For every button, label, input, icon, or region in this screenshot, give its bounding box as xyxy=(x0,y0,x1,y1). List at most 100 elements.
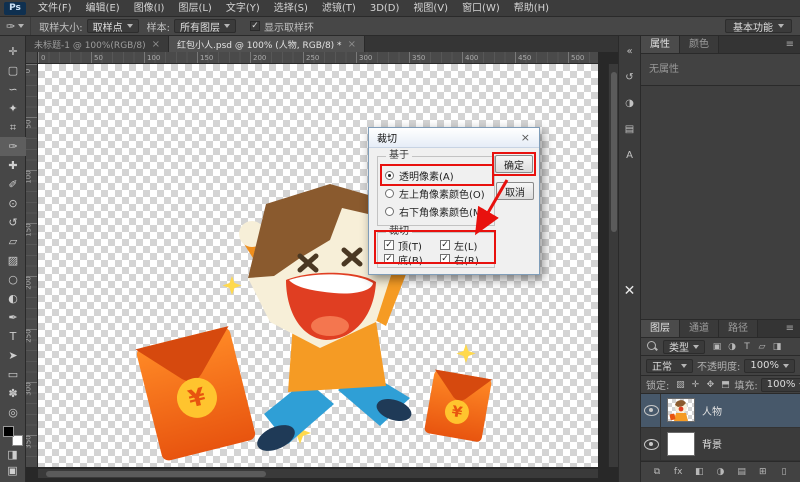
pen-tool[interactable]: ✒ xyxy=(0,308,26,327)
horizontal-scrollbar-thumb[interactable] xyxy=(46,471,266,477)
filter-adjustment-layers-icon[interactable]: ◑ xyxy=(726,340,738,353)
gradient-tool[interactable]: ▨ xyxy=(0,251,26,270)
cancel-button[interactable]: 取消 xyxy=(496,182,534,200)
tool-preset-picker[interactable]: ✑ xyxy=(0,17,31,35)
collapse-panels-icon[interactable]: « xyxy=(619,40,641,62)
menu-item[interactable]: 图像(I) xyxy=(127,0,172,17)
opacity-dropdown[interactable]: 100% xyxy=(744,359,795,373)
vertical-scrollbar[interactable] xyxy=(608,64,618,467)
menu-item[interactable]: 帮助(H) xyxy=(507,0,556,17)
trim-checkbox[interactable]: 右(R) xyxy=(440,252,490,266)
sample-layers-dropdown[interactable]: 所有图层 xyxy=(174,19,236,33)
layer-row-background[interactable]: 背景 xyxy=(641,428,800,462)
layer-style-icon[interactable]: fx xyxy=(672,466,684,479)
dialog-titlebar[interactable]: 裁切 × xyxy=(369,128,539,148)
ruler-label-text: 0 xyxy=(26,69,38,73)
panel-tab[interactable]: 属性 xyxy=(641,36,680,53)
quick-selection-tool[interactable]: ✦ xyxy=(0,99,26,118)
menu-item[interactable]: 窗口(W) xyxy=(455,0,507,17)
menu-item[interactable]: 编辑(E) xyxy=(79,0,127,17)
filter-type-layers-icon[interactable]: T xyxy=(741,340,753,353)
rectangle-tool[interactable]: ▭ xyxy=(0,365,26,384)
filter-type-dropdown[interactable]: 类型 xyxy=(663,340,705,354)
visibility-eye-icon[interactable] xyxy=(641,394,661,427)
menu-item[interactable]: 文字(Y) xyxy=(219,0,267,17)
panel-tab[interactable]: 通道 xyxy=(680,320,719,337)
hand-tool[interactable]: ✽ xyxy=(0,384,26,403)
foreground-color-swatch[interactable] xyxy=(3,426,14,437)
panel-tab[interactable]: 路径 xyxy=(719,320,758,337)
horizontal-type-tool[interactable]: T xyxy=(0,327,26,346)
new-layer-icon[interactable]: ⊞ xyxy=(757,466,769,479)
radio-option[interactable]: 右下角像素颜色(M) xyxy=(382,202,492,220)
new-adjustment-layer-icon[interactable]: ◑ xyxy=(714,466,726,479)
link-layers-icon[interactable]: ⧉ xyxy=(651,466,663,479)
panel-tab[interactable]: 颜色 xyxy=(680,36,719,53)
menu-item[interactable]: 滤镜(T) xyxy=(315,0,363,17)
zoom-tool[interactable]: ◎ xyxy=(0,403,26,422)
history-panel-icon[interactable]: ↺ xyxy=(619,66,641,88)
filter-pixel-layers-icon[interactable]: ▣ xyxy=(711,340,723,353)
fill-dropdown[interactable]: 100% xyxy=(761,378,800,392)
trim-checkbox[interactable]: 左(L) xyxy=(440,238,490,252)
show-sampling-ring-checkbox[interactable]: 显示取样环 xyxy=(250,19,314,34)
rectangular-marquee-tool[interactable]: ▢ xyxy=(0,61,26,80)
vertical-scrollbar-thumb[interactable] xyxy=(611,72,617,232)
tab-close-icon[interactable]: × xyxy=(348,39,356,50)
character-panel-icon[interactable]: A xyxy=(619,144,641,166)
filter-shape-layers-icon[interactable]: ▱ xyxy=(756,340,768,353)
menu-item[interactable]: 图层(L) xyxy=(171,0,218,17)
spot-healing-brush-tool[interactable]: ✚ xyxy=(0,156,26,175)
trim-checkbox[interactable]: 顶(T) xyxy=(384,238,440,252)
menu-item[interactable]: 选择(S) xyxy=(267,0,315,17)
layer-thumbnail[interactable] xyxy=(667,398,695,422)
new-group-icon[interactable]: ▤ xyxy=(736,466,748,479)
quick-mask-button[interactable]: ◨ xyxy=(0,446,26,462)
lock-transparency-icon[interactable]: ▨ xyxy=(674,378,686,391)
history-brush-tool[interactable]: ↺ xyxy=(0,213,26,232)
radio-option[interactable]: 透明像素(A) xyxy=(382,166,492,184)
color-swatches[interactable] xyxy=(3,426,23,446)
lock-all-icon[interactable]: ⬒ xyxy=(719,378,731,391)
lock-pixels-icon[interactable]: ✛ xyxy=(689,378,701,391)
trim-checkbox[interactable]: 底(B) xyxy=(384,252,440,266)
workspace-switcher[interactable]: 基本功能 xyxy=(725,19,792,33)
path-selection-tool[interactable]: ➤ xyxy=(0,346,26,365)
menu-item[interactable]: 视图(V) xyxy=(406,0,455,17)
sample-size-dropdown[interactable]: 取样点 xyxy=(87,19,139,33)
dodge-tool[interactable]: ◐ xyxy=(0,289,26,308)
search-icon[interactable] xyxy=(646,340,659,353)
eyedropper-tool[interactable]: ✑ xyxy=(0,137,26,156)
eraser-tool[interactable]: ▱ xyxy=(0,232,26,251)
blur-tool[interactable]: ○ xyxy=(0,270,26,289)
close-panel-icon[interactable]: ✕ xyxy=(619,280,641,302)
panel-menu-icon[interactable]: ≡ xyxy=(780,320,800,337)
radio-option[interactable]: 左上角像素颜色(O) xyxy=(382,184,492,202)
clone-stamp-tool[interactable]: ⊙ xyxy=(0,194,26,213)
brush-tool[interactable]: ✐ xyxy=(0,175,26,194)
document-tab[interactable]: 未标题-1 @ 100%(RGB/8) × xyxy=(26,36,169,52)
lasso-tool[interactable]: ∽ xyxy=(0,80,26,99)
lock-position-icon[interactable]: ✥ xyxy=(704,378,716,391)
menu-item[interactable]: 文件(F) xyxy=(31,0,79,17)
blend-mode-dropdown[interactable]: 正常 xyxy=(646,359,693,373)
layer-thumbnail[interactable] xyxy=(667,432,695,456)
document-tab[interactable]: 红包小人.psd @ 100% (人物, RGB/8) * × xyxy=(169,36,365,52)
delete-layer-icon[interactable]: ▯ xyxy=(778,466,790,479)
crop-tool[interactable]: ⌗ xyxy=(0,118,26,137)
filter-smart-objects-icon[interactable]: ◨ xyxy=(771,340,783,353)
panel-menu-icon[interactable]: ≡ xyxy=(780,36,800,53)
panel-tab[interactable]: 图层 xyxy=(641,320,680,337)
layer-row-character[interactable]: 人物 xyxy=(641,394,800,428)
screen-mode-button[interactable]: ▣ xyxy=(0,462,26,478)
dialog-close-icon[interactable]: × xyxy=(518,131,533,144)
menu-item[interactable]: 3D(D) xyxy=(363,0,407,17)
move-tool[interactable]: ✛ xyxy=(0,42,26,61)
visibility-eye-icon[interactable] xyxy=(641,428,661,461)
styles-panel-icon[interactable]: ▤ xyxy=(619,118,641,140)
horizontal-scrollbar[interactable] xyxy=(38,468,598,478)
adjustments-panel-icon[interactable]: ◑ xyxy=(619,92,641,114)
tab-close-icon[interactable]: × xyxy=(152,39,160,50)
ok-button[interactable]: 确定 xyxy=(495,155,533,173)
add-layer-mask-icon[interactable]: ◧ xyxy=(693,466,705,479)
